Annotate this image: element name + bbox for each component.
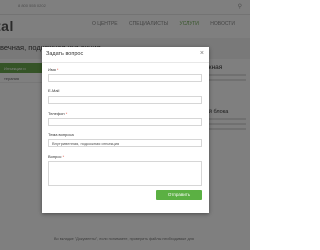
dialog-header: Задать вопрос ×: [42, 47, 209, 63]
name-field[interactable]: [48, 74, 202, 82]
phone-label: Телефон *: [48, 111, 68, 116]
close-icon[interactable]: ×: [200, 50, 204, 57]
topic-label: Тема вопроса: [48, 132, 74, 137]
question-field[interactable]: [48, 161, 202, 186]
topic-field[interactable]: [48, 139, 202, 147]
question-label: Вопрос *: [48, 154, 65, 159]
phone-field[interactable]: [48, 118, 202, 126]
required-mark: *: [56, 67, 59, 72]
submit-button[interactable]: Отправить: [156, 190, 202, 200]
email-field[interactable]: [48, 96, 202, 104]
required-mark: *: [65, 111, 68, 116]
email-label: E-Mail: [48, 88, 60, 93]
dialog-title: Задать вопрос: [46, 51, 84, 57]
ask-question-dialog: Задать вопрос × Имя * E-Mail Телефон * Т…: [42, 47, 209, 213]
required-mark: *: [62, 154, 65, 159]
name-label: Имя *: [48, 67, 59, 72]
